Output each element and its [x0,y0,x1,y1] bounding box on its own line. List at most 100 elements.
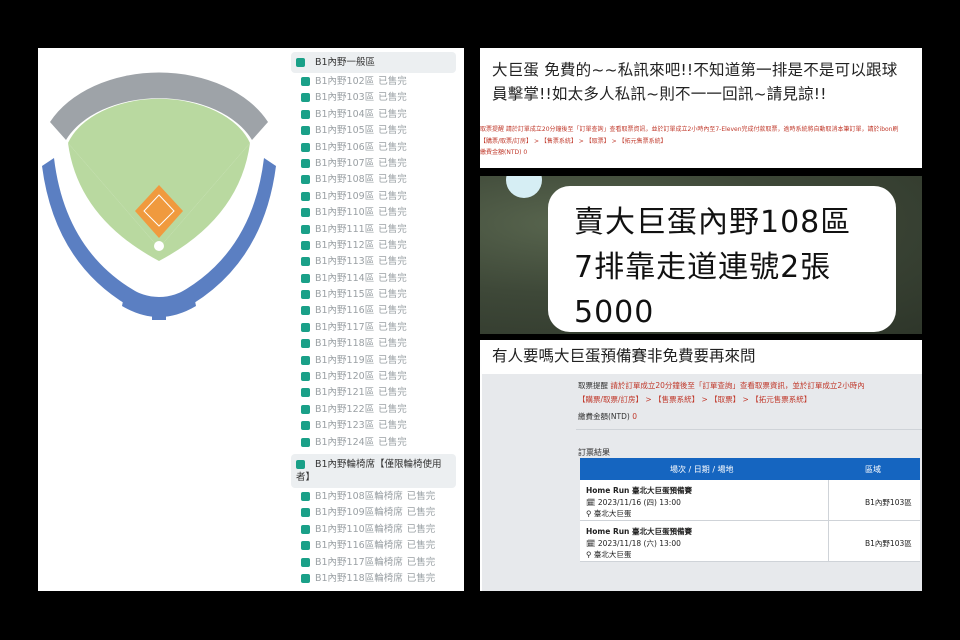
area-marker-icon [301,491,310,501]
order-row[interactable]: Home Run 臺北大巨蛋預備賽 🗓 2023/11/16 (四) 13:00… [580,480,920,521]
area-marker-icon [301,388,310,398]
seat-area-row[interactable]: B1內野116區 已售完 [291,303,456,319]
area-marker-icon [301,93,310,103]
area-marker-icon [301,175,310,185]
seat-area-row[interactable]: B1內野108區輪椅席 已售完 [291,489,456,505]
area-marker-icon [301,191,310,201]
seat-area-row[interactable]: B1內野103區 已售完 [291,90,456,106]
divider [576,429,922,430]
sold-out-label: 已售完 [406,556,436,568]
seat-area-row[interactable]: B1內野119區 已售完 [291,353,456,369]
seat-area-row[interactable]: B1內野123區 已售完 [291,418,456,434]
seat-area-row[interactable]: B1內野110區 已售完 [291,205,456,221]
order-table-header: 場次 / 日期 / 場地 區域 [580,458,920,480]
area-marker-icon [301,322,310,332]
seat-area-row[interactable]: B1內野117區輪椅席 已售完 [291,555,456,571]
seat-area-row[interactable]: B1內野118區 已售完 [291,336,456,352]
pickup-links[interactable]: 【購票/取票/訂房】 > 【售票系統】 > 【取票】 > 【拓元售票系統】 [578,394,811,405]
stadium-seat-map [42,72,276,320]
area-marker-icon [301,404,310,414]
sold-out-label: 已售完 [378,239,407,251]
area-marker-icon [301,541,310,551]
area-marker-icon [301,142,310,152]
calendar-icon-date: 🗓 2023/11/18 (六) 13:00 [586,539,681,548]
seat-area-row[interactable]: B1內野109區輪椅席 已售完 [291,505,456,521]
seat-area-row[interactable]: B1內野114區 已售完 [291,271,456,287]
pin-icon-venue: ⚲ 臺北大巨蛋 [586,550,632,559]
seat-area-row[interactable]: B1內野108區 已售完 [291,172,456,188]
area-marker-icon [301,437,310,447]
seat-area-row[interactable]: B1內野116區輪椅席 已售完 [291,538,456,554]
area-marker-icon [301,240,310,250]
seat-area-row[interactable]: B1內野122區 已售完 [291,402,456,418]
seat-area-row[interactable]: B1內野117區 已售完 [291,320,456,336]
sold-out-label: 已售完 [378,207,407,219]
calendar-icon-date: 🗓 2023/11/16 (四) 13:00 [586,498,681,507]
sold-out-label: 已售完 [406,572,436,584]
seat-area-row[interactable]: B1內野120區 已售完 [291,369,456,385]
seat-area-row[interactable]: B1內野118區輪椅席 已售完 [291,571,456,587]
ticket-area-panel: B1內野一般區 B1內野102區 已售完 B1內野103區 已售完 B1內野104區 已售… [38,48,464,591]
payment-amount: 繳費金額(NTD) 0 [578,412,637,421]
order-screenshot: 有人要嗎大巨蛋預備賽非免費要再來問 取票提醒 請於訂單成立20分鐘後至「訂單查詢… [480,340,922,591]
area-marker-icon [301,557,310,567]
sold-out-label: 已售完 [378,108,407,120]
seat-area-row[interactable]: B1內野107區 已售完 [291,156,456,172]
sold-out-label: 已售完 [378,420,407,432]
area-marker-icon [301,508,310,518]
area-marker-icon [301,355,310,365]
chat-bubble-text: 賣大巨蛋內野108區 7排靠走道連號2張 5000 [574,205,852,330]
sold-out-label: 已售完 [378,190,407,202]
sold-out-label: 已售完 [378,371,407,383]
area-marker-icon [301,158,310,168]
area-marker-icon [301,372,310,382]
sold-out-label: 已售完 [378,321,407,333]
sold-out-label: 已售完 [378,387,407,399]
seat-area-row[interactable]: B1內野109區 已售完 [291,189,456,205]
sold-out-label: 已售完 [378,256,407,268]
area-marker-icon [301,421,310,431]
pin-icon-venue: ⚲ 臺北大巨蛋 [586,509,632,518]
sold-out-label: 已售完 [378,157,407,169]
pickup-notice: 取票提醒 請於訂單成立20分鐘後至「訂單查詢」查看取票資訊，並於訂單成立2小時內 [578,381,865,390]
sold-out-label: 已售完 [378,436,407,448]
seat-area-row[interactable]: B1內野121區 已售完 [291,385,456,401]
area-marker-icon [301,306,310,316]
seat-area-row[interactable]: B1內野113區 已售完 [291,254,456,270]
seat-section-home[interactable] [122,286,196,317]
sold-out-label: 已售完 [378,141,407,153]
order-result-title: 訂票結果 [578,448,610,457]
area-marker-icon [301,524,310,534]
sold-out-label: 已售完 [378,305,407,317]
seat-area-row[interactable]: B1內野104區 已售完 [291,107,456,123]
seat-area-row[interactable]: B1內野106區 已售完 [291,140,456,156]
seat-area-row[interactable]: B1內野105區 已售完 [291,123,456,139]
sold-out-label: 已售完 [378,92,407,104]
post-caption: 有人要嗎大巨蛋預備賽非免費要再來問 [492,347,756,365]
area-marker-icon [301,257,310,267]
section-header-wheelchair: B1內野輪椅席【僅限輪椅使用者】 [291,453,456,488]
sold-out-label: 已售完 [378,403,407,415]
area-marker-icon [301,273,310,283]
sold-out-label: 已售完 [378,174,407,186]
seat-area-row[interactable]: B1內野102區 已售完 [291,74,456,90]
seat-area-row[interactable]: B1內野110區輪椅席 已售完 [291,522,456,538]
area-marker-icon [301,126,310,136]
seat-area-row[interactable]: B1內野111區 已售完 [291,222,456,238]
sold-out-label: 已售完 [378,223,407,235]
seat-area-row[interactable]: B1內野124區 已售完 [291,435,456,451]
area-marker-icon [301,224,310,234]
pickup-links[interactable]: 【購票/取票/訂房】 > 【售票系統】 > 【取票】 > 【拓元售票系統】 [480,136,667,145]
section-header-general: B1內野一般區 [291,52,456,73]
section-marker-icon [296,459,305,469]
chat-screenshot: 賣大巨蛋內野108區 7排靠走道連號2張 5000 [480,176,922,334]
header-event: 場次 / 日期 / 場地 [670,465,734,474]
seat-area-list: B1內野一般區 B1內野102區 已售完 B1內野103區 已售完 B1內野104區 已售… [291,52,456,587]
sold-out-label: 已售完 [378,272,407,284]
order-row[interactable]: Home Run 臺北大巨蛋預備賽 🗓 2023/11/18 (六) 13:00… [580,521,920,562]
seat-area-row[interactable]: B1內野112區 已售完 [291,238,456,254]
area-marker-icon [301,290,310,300]
area-marker-icon [301,339,310,349]
seat-area-row[interactable]: B1內野115區 已售完 [291,287,456,303]
sold-out-label: 已售完 [378,76,407,87]
